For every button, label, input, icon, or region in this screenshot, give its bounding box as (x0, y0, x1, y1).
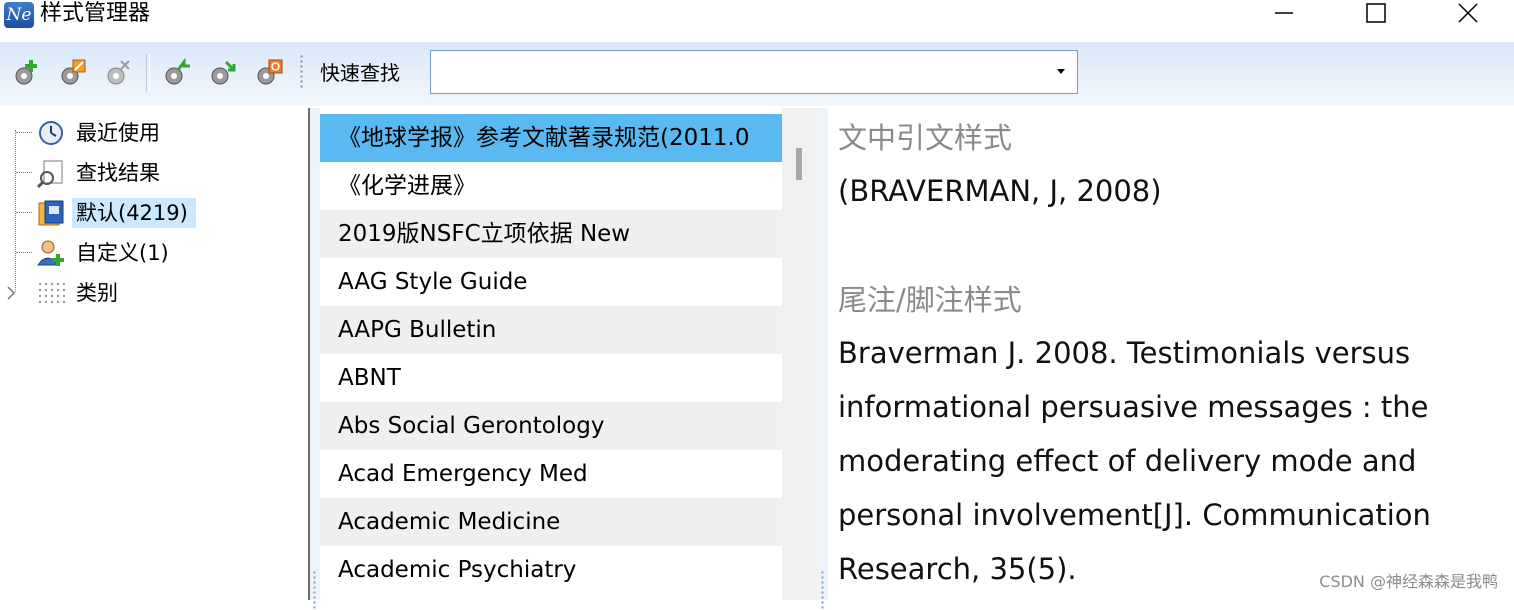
quick-search-input[interactable] (437, 51, 1041, 93)
app-logo-icon: Ne (4, 2, 34, 28)
chevron-right-icon[interactable] (6, 286, 16, 300)
splitter-grip[interactable] (821, 570, 824, 610)
tree-item-label: 自定义(1) (76, 241, 169, 265)
sync-style-icon[interactable] (252, 58, 284, 90)
watermark: CSDN @神经森森是我鸭 (1319, 572, 1498, 591)
tree-item-recent[interactable]: 最近使用 (36, 114, 296, 150)
category-tree: 最近使用 查找结果 默认(4219) 自定义(1) 类别 (0, 108, 310, 600)
close-icon (1458, 3, 1478, 23)
list-item[interactable]: 《地球学报》参考文献著录规范(2011.0 (320, 114, 782, 162)
list-scrollbar[interactable] (782, 108, 818, 600)
search-document-icon (36, 158, 66, 189)
tree-item-default[interactable]: 默认(4219) (36, 194, 296, 230)
tree-item-label: 默认(4219) (72, 198, 196, 228)
edit-style-icon[interactable] (56, 58, 88, 90)
list-item[interactable]: ABNT (320, 354, 782, 402)
list-item[interactable]: 2019版NSFC立项依据 New (320, 210, 782, 258)
book-icon (36, 198, 66, 228)
note-style-heading: 尾注/脚注样式 (838, 283, 1022, 317)
quick-search-combobox[interactable] (430, 50, 1078, 94)
tree-connector (16, 212, 32, 214)
tree-connector (16, 172, 32, 174)
maximize-icon (1366, 3, 1386, 23)
list-item[interactable]: Academic Psychiatry (320, 546, 782, 594)
minimize-icon (1275, 12, 1293, 14)
tree-item-categories[interactable]: 类别 (4, 274, 294, 310)
list-item[interactable]: Academic Medicine (320, 498, 782, 546)
close-button[interactable] (1424, 0, 1514, 28)
maximize-button[interactable] (1332, 0, 1422, 28)
splitter-right[interactable] (818, 108, 828, 610)
list-item[interactable]: 《化学进展》 (320, 162, 782, 210)
tree-item-search-results[interactable]: 查找结果 (36, 154, 296, 190)
tree-item-label: 查找结果 (76, 161, 160, 185)
note-style-example: Braverman J. 2008. Testimonials versus i… (838, 336, 1431, 586)
tree-item-label: 最近使用 (76, 121, 160, 145)
clock-icon (36, 118, 66, 148)
tree-item-label: 类别 (76, 281, 118, 305)
splitter-left[interactable] (310, 108, 320, 610)
user-add-icon (36, 238, 66, 268)
window-title: 样式管理器 (40, 1, 151, 26)
tree-connector (15, 130, 17, 292)
import-style-icon[interactable] (160, 57, 192, 90)
export-style-icon[interactable] (206, 58, 238, 90)
grid-dots-icon (36, 278, 66, 308)
delete-style-icon[interactable] (102, 58, 134, 90)
style-list: 《地球学报》参考文献著录规范(2011.0 《化学进展》 2019版NSFC立项… (320, 108, 818, 600)
intext-citation-heading: 文中引文样式 (838, 121, 1013, 155)
tree-item-custom[interactable]: 自定义(1) (36, 234, 296, 270)
toolbar-grip[interactable] (300, 54, 303, 88)
list-item[interactable]: AAG Style Guide (320, 258, 782, 306)
title-bar: Ne 样式管理器 (0, 0, 1514, 42)
tree-connector (16, 132, 32, 134)
toolbar-separator (146, 54, 150, 92)
list-item[interactable]: Acad Emergency Med (320, 450, 782, 498)
style-preview: 文中引文样式 (BRAVERMAN, J, 2008) 尾注/脚注样式 Brav… (828, 108, 1514, 600)
list-item[interactable]: AAPG Bulletin (320, 306, 782, 354)
toolbar: 快速查找 (0, 42, 1514, 106)
scrollbar-thumb[interactable] (796, 148, 802, 180)
new-style-icon[interactable] (10, 58, 42, 90)
minimize-button[interactable] (1240, 0, 1330, 28)
splitter-grip[interactable] (313, 570, 316, 610)
quick-search-label: 快速查找 (320, 61, 400, 85)
intext-citation-example: (BRAVERMAN, J, 2008) (838, 174, 1162, 208)
dropdown-arrow-icon[interactable] (1057, 69, 1065, 74)
list-item[interactable]: Abs Social Gerontology (320, 402, 782, 450)
tree-connector (16, 252, 32, 254)
